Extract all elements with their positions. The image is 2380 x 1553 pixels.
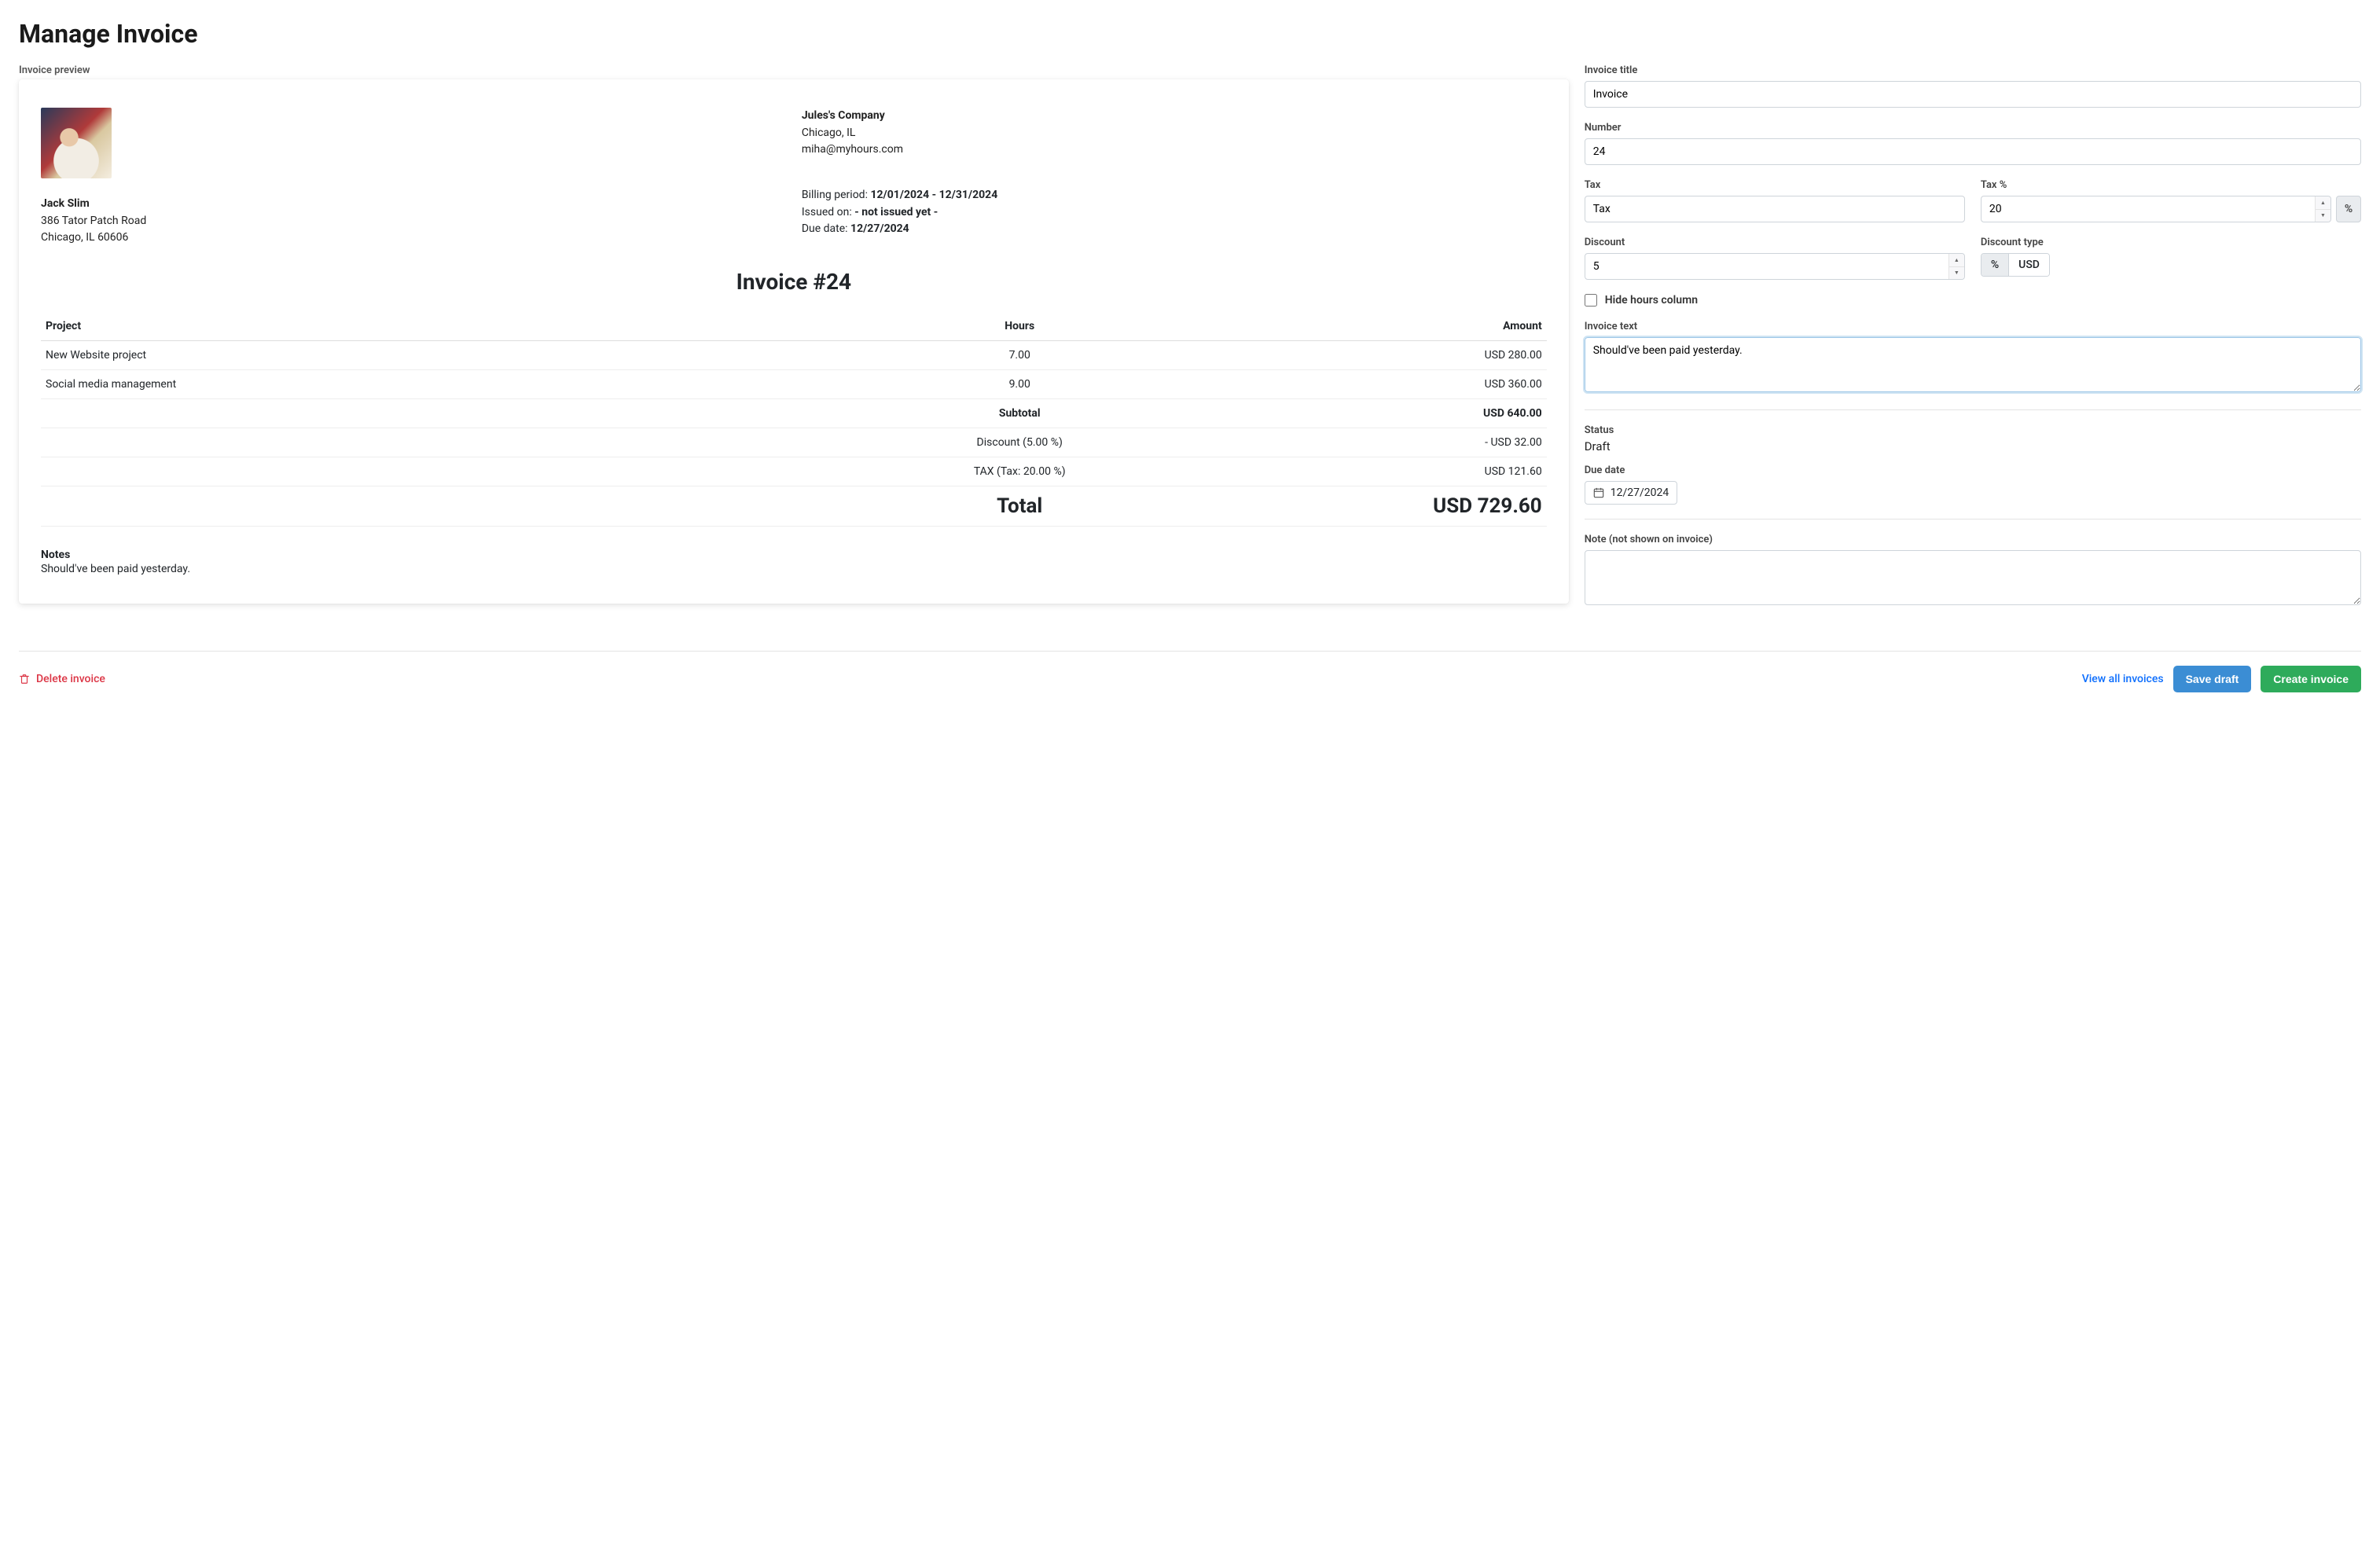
number-input[interactable]	[1585, 138, 2361, 165]
divider	[1585, 409, 2361, 410]
discount-type-percent[interactable]: %	[1981, 254, 2008, 276]
due-date-label: Due date	[1585, 464, 2361, 476]
note-label: Note (not shown on invoice)	[1585, 534, 2361, 545]
due-date-input[interactable]: 12/27/2024	[1585, 481, 1678, 505]
due-date-meta: Due date: 12/27/2024	[802, 221, 1547, 238]
discount-input[interactable]	[1585, 253, 1965, 280]
chevron-up-icon[interactable]: ▲	[2316, 196, 2330, 210]
status-label: Status	[1585, 424, 2361, 436]
company-cityline: Chicago, IL	[802, 125, 1547, 142]
discount-label: Discount	[1585, 237, 1965, 248]
subtotal-row: Subtotal USD 640.00	[41, 399, 1547, 428]
invoice-title-label: Invoice title	[1585, 64, 2361, 76]
tax-percent-input[interactable]	[1981, 196, 2331, 222]
chevron-down-icon[interactable]: ▼	[2316, 210, 2330, 222]
invoice-preview-column: Invoice preview Jack Slim 386 Tator Patc…	[19, 64, 1569, 622]
invoice-heading: Invoice #24	[41, 269, 1547, 295]
sender-name: Jack Slim	[41, 196, 786, 213]
line-items-table: Project Hours Amount New Website project…	[41, 312, 1547, 527]
page-title: Manage Invoice	[19, 19, 2361, 49]
company-logo	[41, 108, 112, 178]
settings-column: Invoice title Number Tax Tax % ▲ ▼	[1585, 64, 2361, 622]
invoice-text-textarea[interactable]	[1585, 337, 2361, 392]
number-label: Number	[1585, 122, 2361, 134]
note-textarea[interactable]	[1585, 550, 2361, 605]
chevron-up-icon[interactable]: ▲	[1949, 254, 1964, 267]
discount-type-toggle[interactable]: % USD	[1981, 253, 2050, 277]
chevron-down-icon[interactable]: ▼	[1949, 267, 1964, 280]
trash-icon	[19, 674, 30, 685]
tax-unit-badge: %	[2336, 196, 2361, 222]
company-name: Jules's Company	[802, 108, 1547, 125]
table-row: Social media management 9.00 USD 360.00	[41, 370, 1547, 399]
create-invoice-button[interactable]: Create invoice	[2261, 666, 2361, 692]
discount-stepper[interactable]: ▲ ▼	[1948, 254, 1964, 279]
issued-on: Issued on: - not issued yet -	[802, 204, 1547, 222]
discount-row: Discount (5.00 %) - USD 32.00	[41, 428, 1547, 457]
notes-heading: Notes	[41, 549, 1547, 561]
total-row: Total USD 729.60	[41, 486, 1547, 527]
status-value: Draft	[1585, 439, 2361, 453]
tax-name-input[interactable]	[1585, 196, 1965, 222]
invoice-title-input[interactable]	[1585, 81, 2361, 108]
table-row: New Website project 7.00 USD 280.00	[41, 341, 1547, 370]
notes-block: Notes Should've been paid yesterday.	[41, 549, 1547, 575]
billing-period: Billing period: 12/01/2024 - 12/31/2024	[802, 187, 1547, 204]
footer-bar: Delete invoice View all invoices Save dr…	[19, 651, 2361, 692]
invoice-card: Jack Slim 386 Tator Patch Road Chicago, …	[19, 79, 1569, 604]
save-draft-button[interactable]: Save draft	[2173, 666, 2252, 692]
discount-type-currency[interactable]: USD	[2008, 254, 2049, 276]
hide-hours-label: Hide hours column	[1605, 294, 1698, 307]
notes-body: Should've been paid yesterday.	[41, 563, 1547, 575]
sender-cityline: Chicago, IL 60606	[41, 229, 786, 247]
col-project: Project	[41, 312, 854, 341]
delete-invoice-link[interactable]: Delete invoice	[19, 673, 105, 685]
invoice-preview-label: Invoice preview	[19, 64, 1569, 76]
col-amount: Amount	[1185, 312, 1547, 341]
tax-name-label: Tax	[1585, 179, 1965, 191]
calendar-icon	[1593, 487, 1604, 498]
divider	[1585, 519, 2361, 520]
col-hours: Hours	[854, 312, 1184, 341]
tax-percent-label: Tax %	[1981, 179, 2361, 191]
discount-type-label: Discount type	[1981, 237, 2361, 248]
view-all-invoices-link[interactable]: View all invoices	[2082, 673, 2164, 685]
hide-hours-checkbox[interactable]	[1585, 294, 1597, 307]
company-email: miha@myhours.com	[802, 141, 1547, 159]
invoice-text-label: Invoice text	[1585, 321, 2361, 332]
due-date-value: 12/27/2024	[1611, 486, 1669, 499]
tax-row: TAX (Tax: 20.00 %) USD 121.60	[41, 457, 1547, 486]
tax-percent-stepper[interactable]: ▲ ▼	[2315, 196, 2330, 222]
sender-street: 386 Tator Patch Road	[41, 213, 786, 230]
